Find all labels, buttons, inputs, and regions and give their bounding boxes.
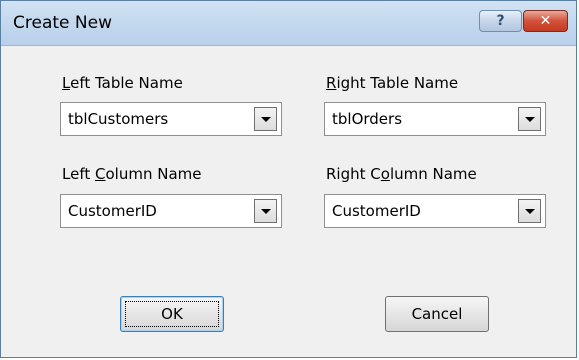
cancel-button-label: Cancel <box>411 305 463 323</box>
left-table-name-label: Left Table Name <box>62 74 183 92</box>
right-table-label-accel: R <box>326 74 337 92</box>
right-table-name-value: tblOrders <box>332 110 403 128</box>
left-column-name-combobox[interactable]: CustomerID <box>60 194 282 228</box>
close-button[interactable]: ✕ <box>523 10 568 32</box>
right-column-name-label: Right Column Name <box>326 165 477 183</box>
left-table-name-value: tblCustomers <box>68 110 169 128</box>
left-table-name-combobox[interactable]: tblCustomers <box>60 102 282 136</box>
right-column-label-accel: o <box>380 165 390 183</box>
cancel-button[interactable]: Cancel <box>385 296 489 332</box>
ok-button[interactable]: OK <box>120 296 224 332</box>
help-icon: ? <box>496 13 505 29</box>
left-column-name-label: Left Column Name <box>62 165 201 183</box>
left-column-label-rest: olumn Name <box>105 165 202 183</box>
right-column-label-rest: lumn Name <box>389 165 477 183</box>
right-column-dropdown-arrow-icon[interactable] <box>518 199 541 223</box>
left-column-label-prefix: Left <box>62 165 95 183</box>
focus-rectangle <box>125 301 219 327</box>
left-table-label-accel: L <box>62 74 71 92</box>
right-table-name-label: Right Table Name <box>326 74 458 92</box>
left-column-dropdown-arrow-icon[interactable] <box>254 199 277 223</box>
right-table-dropdown-arrow-icon[interactable] <box>518 107 541 131</box>
dialog-title: Create New <box>13 13 112 33</box>
title-bar[interactable]: Create New ? ✕ <box>1 1 576 46</box>
right-table-name-combobox[interactable]: tblOrders <box>324 102 546 136</box>
left-table-label-rest: eft Table Name <box>70 74 183 92</box>
close-icon: ✕ <box>539 13 552 29</box>
right-column-name-value: CustomerID <box>332 202 421 220</box>
left-table-dropdown-arrow-icon[interactable] <box>254 107 277 131</box>
right-table-label-rest: ight Table Name <box>336 74 459 92</box>
right-column-name-combobox[interactable]: CustomerID <box>324 194 546 228</box>
create-new-dialog: Create New ? ✕ Left Table Name tblCustom… <box>0 0 577 358</box>
left-column-name-value: CustomerID <box>68 202 157 220</box>
left-column-label-accel: C <box>95 165 106 183</box>
help-button[interactable]: ? <box>479 10 522 32</box>
right-column-label-prefix: Right C <box>326 165 381 183</box>
